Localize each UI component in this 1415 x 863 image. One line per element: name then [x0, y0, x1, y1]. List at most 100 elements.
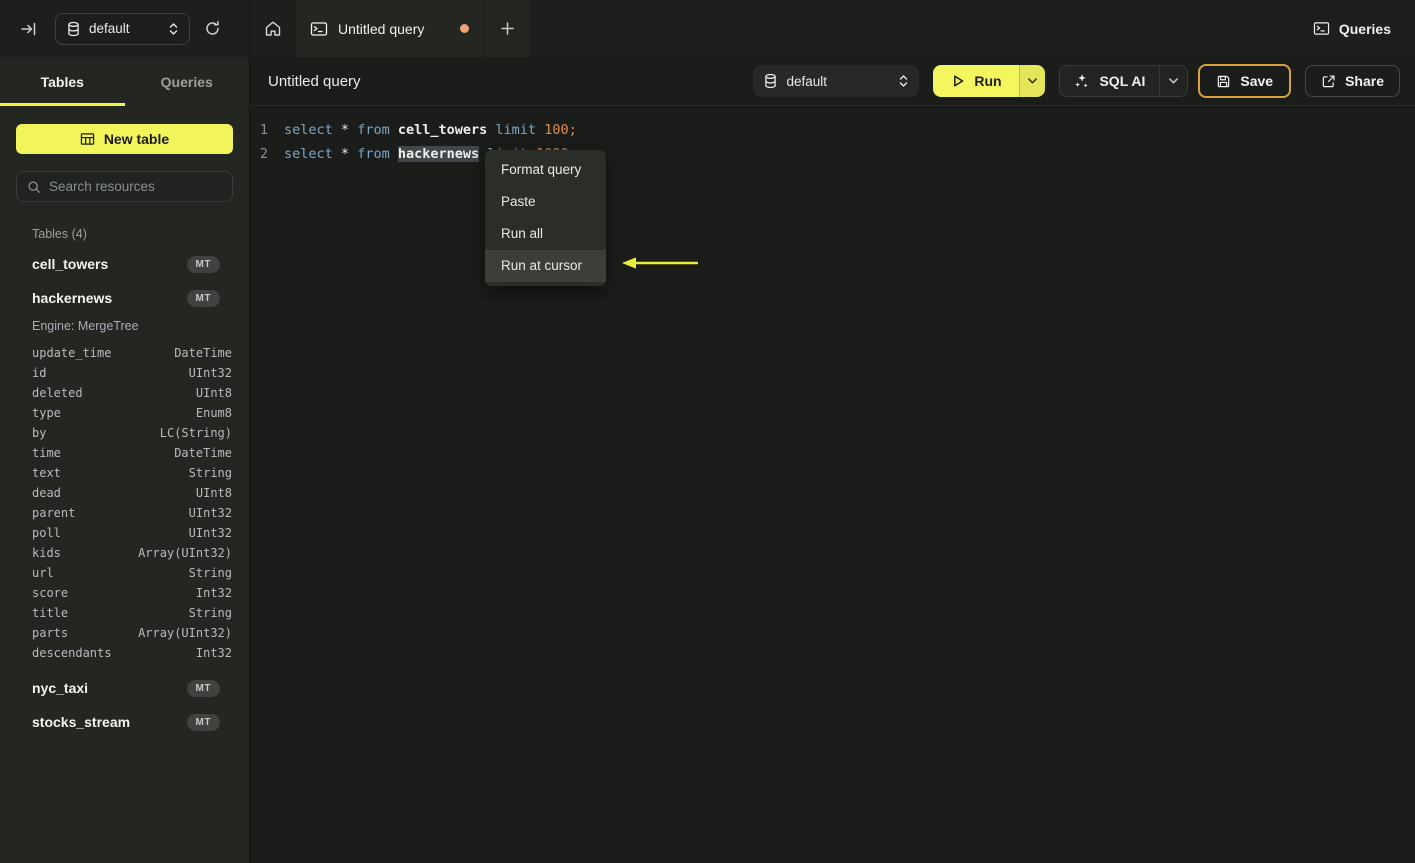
tab-untitled-query[interactable]: Untitled query	[296, 0, 483, 57]
line-number: 1	[259, 122, 268, 138]
column-name: deleted	[32, 386, 83, 400]
sql-operator: *	[340, 122, 350, 138]
new-table-button[interactable]: New table	[16, 124, 233, 154]
chevron-down-icon	[1027, 77, 1038, 85]
column-type: String	[188, 566, 232, 580]
tables-section-label: Tables (4)	[32, 227, 87, 241]
schema-row: parts Array(UInt32)	[0, 623, 249, 643]
menu-item-format-query[interactable]: Format query	[485, 154, 606, 186]
sql-table-name: cell_towers	[397, 122, 488, 138]
column-type: UInt32	[188, 366, 232, 380]
column-name: parts	[32, 626, 69, 640]
database-selector-value: default	[786, 73, 828, 89]
home-button[interactable]	[250, 0, 296, 57]
sidebar: New table Tables (4) cell_towers MT hack…	[0, 106, 250, 863]
schema-row: type Enum8	[0, 403, 249, 423]
database-icon	[66, 21, 81, 37]
schema-row: by LC(String)	[0, 423, 249, 443]
sql-ai-button[interactable]: SQL AI	[1060, 66, 1159, 96]
sql-keyword: from	[357, 146, 390, 162]
sql-number: 100	[544, 122, 569, 138]
sidebar-tabs: Tables Queries	[0, 57, 250, 106]
run-options-button[interactable]	[1019, 65, 1046, 97]
top-bar: default Untitled query Queries	[0, 0, 1415, 57]
sql-keyword: select	[284, 146, 333, 162]
menu-item-run-at-cursor[interactable]: Run at cursor	[485, 250, 606, 282]
column-name: score	[32, 586, 69, 600]
refresh-icon	[204, 20, 221, 37]
column-name: parent	[32, 506, 76, 520]
column-name: by	[32, 426, 47, 440]
share-icon	[1321, 74, 1336, 89]
table-name: hackernews	[32, 290, 113, 306]
engine-badge: MT	[186, 679, 220, 697]
schema-row: poll UInt32	[0, 523, 249, 543]
refresh-button[interactable]	[200, 16, 225, 41]
table-row-cell-towers[interactable]: cell_towers MT	[0, 253, 249, 275]
collapse-sidebar-button[interactable]	[16, 17, 41, 41]
sql-ai-options-button[interactable]	[1159, 66, 1187, 96]
sidebar-tab-queries[interactable]: Queries	[125, 57, 250, 106]
column-type: String	[188, 606, 232, 620]
queries-button[interactable]: Queries	[1313, 21, 1391, 37]
table-row-hackernews[interactable]: hackernews MT	[0, 287, 249, 309]
column-name: type	[32, 406, 61, 420]
schema-row: text String	[0, 463, 249, 483]
share-button[interactable]: Share	[1305, 65, 1400, 97]
sql-ai-label: SQL AI	[1099, 73, 1146, 89]
column-type: LC(String)	[159, 426, 232, 440]
search-box	[16, 171, 233, 202]
sql-semicolon: ;	[568, 122, 577, 138]
collapse-sidebar-icon	[20, 21, 37, 37]
save-button[interactable]: Save	[1198, 64, 1292, 98]
queries-button-label: Queries	[1338, 20, 1391, 37]
code-editor[interactable]: 1 select * from cell_towers limit 100; 2…	[250, 106, 1415, 863]
column-name: poll	[32, 526, 61, 540]
database-selector-toolbar[interactable]: default	[753, 65, 920, 97]
tab-label: Untitled query	[338, 20, 425, 37]
column-type: Int32	[195, 646, 232, 660]
column-name: title	[32, 606, 69, 620]
schema-list: update_time DateTime id UInt32 deleted UInt…	[0, 343, 249, 663]
run-button-label: Run	[974, 73, 1002, 89]
new-table-label: New table	[103, 131, 170, 147]
sql-keyword: from	[357, 122, 390, 138]
plus-icon	[500, 21, 515, 36]
column-name: url	[32, 566, 54, 580]
sql-operator: *	[340, 146, 350, 162]
search-input[interactable]	[49, 179, 222, 194]
table-name: nyc_taxi	[32, 680, 89, 696]
table-row-stocks-stream[interactable]: stocks_stream MT	[0, 711, 249, 733]
run-button[interactable]: Run	[933, 65, 1020, 97]
sql-table-name-selected: hackernews	[397, 146, 480, 162]
menu-item-paste[interactable]: Paste	[485, 186, 606, 218]
save-icon	[1216, 74, 1231, 89]
topbar-left: default	[0, 0, 250, 57]
schema-row: kids Array(UInt32)	[0, 543, 249, 563]
column-type: Enum8	[195, 406, 232, 420]
editor-header: Untitled query default Run SQL AI Save S…	[250, 57, 1415, 106]
code-line-1: 1 select * from cell_towers limit 100;	[250, 118, 1415, 142]
chevron-updown-icon	[168, 22, 179, 36]
terminal-icon	[310, 21, 328, 37]
database-selector-top[interactable]: default	[55, 12, 190, 45]
table-row-nyc-taxi[interactable]: nyc_taxi MT	[0, 677, 249, 699]
database-selector-value: default	[89, 21, 130, 36]
sidebar-tab-tables[interactable]: Tables	[0, 57, 125, 106]
home-icon	[264, 20, 282, 37]
topbar-right: Queries	[1313, 0, 1415, 57]
menu-item-run-all[interactable]: Run all	[485, 218, 606, 250]
column-name: kids	[32, 546, 61, 560]
unsaved-changes-dot	[460, 24, 469, 33]
schema-row: title String	[0, 603, 249, 623]
new-tab-button[interactable]	[483, 0, 530, 57]
share-button-label: Share	[1345, 73, 1384, 89]
column-name: text	[32, 466, 61, 480]
search-icon	[27, 180, 41, 194]
column-type: UInt32	[188, 506, 232, 520]
line-number: 2	[259, 146, 268, 162]
chevron-down-icon	[1168, 77, 1179, 85]
column-name: dead	[32, 486, 61, 500]
code-line-2: 2 select * from hackernews limit 1000	[250, 142, 1415, 166]
sql-ai-group: SQL AI	[1059, 65, 1189, 97]
